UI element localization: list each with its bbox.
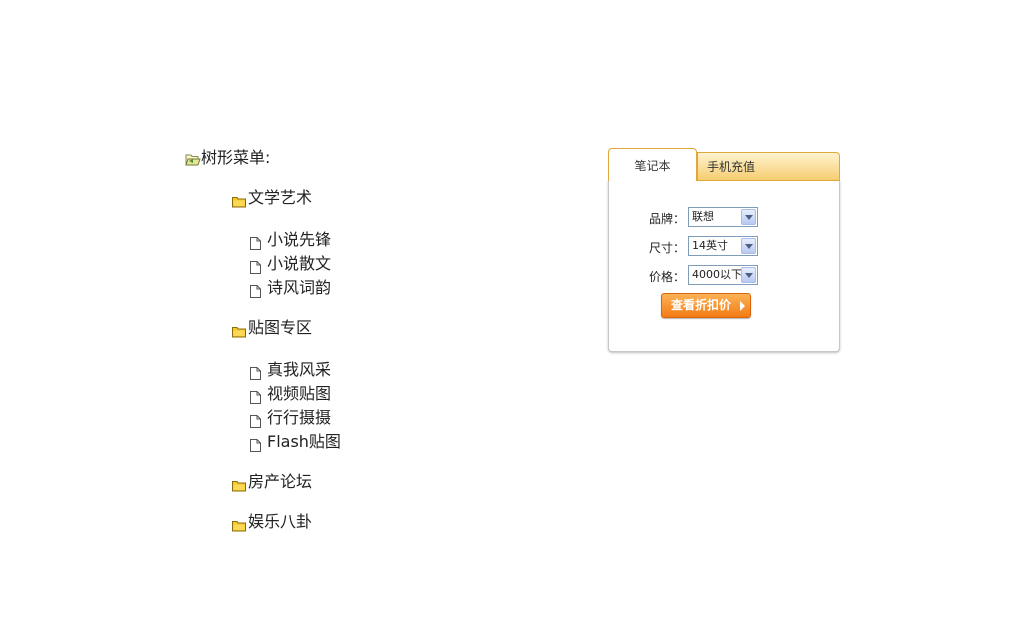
document-icon [250, 282, 261, 298]
price-select-value: 4000以下 [692, 268, 742, 281]
tree-root[interactable]: 树形菜单: [185, 147, 270, 169]
chevron-down-icon[interactable] [741, 209, 756, 225]
document-icon [250, 258, 261, 274]
tree-leaf-label: 小说先锋 [267, 230, 332, 249]
tree-folder-literature[interactable]: 文学艺术 [232, 187, 312, 209]
tree-folder-images[interactable]: 贴图专区 [232, 317, 312, 339]
brand-row: 品牌： 联想 [609, 207, 841, 229]
tree-folder-label: 贴图专区 [248, 318, 313, 337]
folder-icon [232, 476, 246, 492]
brand-select-value: 联想 [692, 210, 714, 223]
tree-leaf-label: 行行摄摄 [267, 408, 332, 427]
price-search-widget: 笔记本 手机充值 品牌： 联想 尺寸： 14英寸 价格： 4000以下 查看折扣… [608, 148, 840, 353]
tree-leaf[interactable]: 视频贴图 [250, 383, 331, 405]
tree-folder-entertainment[interactable]: 娱乐八卦 [232, 511, 312, 533]
tree-leaf-label: 视频贴图 [267, 384, 332, 403]
tree-leaf-label: 小说散文 [267, 254, 332, 273]
tree-leaf-label: Flash贴图 [267, 432, 341, 451]
tree-leaf-label: 诗风词韵 [267, 278, 332, 297]
document-icon [250, 388, 261, 404]
tree-leaf[interactable]: 小说先锋 [250, 229, 331, 251]
document-icon [250, 364, 261, 380]
tab-phone-recharge[interactable]: 手机充值 [697, 152, 840, 181]
tree-folder-label: 文学艺术 [248, 188, 313, 207]
price-select[interactable]: 4000以下 [688, 265, 758, 285]
tree-leaf[interactable]: Flash贴图 [250, 431, 341, 453]
document-icon [250, 436, 261, 452]
document-icon [250, 412, 261, 428]
document-icon [250, 234, 261, 250]
tree-leaf[interactable]: 真我风采 [250, 359, 331, 381]
tree-leaf[interactable]: 诗风词韵 [250, 277, 331, 299]
folder-icon [232, 192, 246, 208]
page: 树形菜单: 文学艺术 小说先锋 小说散文 诗风词韵 贴图专区 真我风采 视频贴图… [0, 0, 1035, 641]
folder-icon [232, 516, 246, 532]
tab-panel: 品牌： 联想 尺寸： 14英寸 价格： 4000以下 查看折扣价 [608, 180, 840, 352]
play-arrow-icon [740, 301, 745, 311]
size-select[interactable]: 14英寸 [688, 236, 758, 256]
tree-folder-label: 娱乐八卦 [248, 512, 313, 531]
tree-folder-realestate[interactable]: 房产论坛 [232, 471, 312, 493]
tree-leaf[interactable]: 行行摄摄 [250, 407, 331, 429]
open-folder-icon [185, 151, 201, 166]
view-discount-price-button[interactable]: 查看折扣价 [661, 293, 751, 318]
tree-leaf-label: 真我风采 [267, 360, 332, 379]
tab-notebook[interactable]: 笔记本 [608, 148, 697, 181]
price-label: 价格： [648, 270, 685, 284]
chevron-down-icon[interactable] [741, 267, 756, 283]
size-label: 尺寸： [648, 241, 685, 255]
size-row: 尺寸： 14英寸 [609, 236, 841, 258]
chevron-down-icon[interactable] [741, 238, 756, 254]
button-label: 查看折扣价 [671, 298, 732, 312]
size-select-value: 14英寸 [692, 239, 728, 252]
tree-folder-label: 房产论坛 [248, 472, 313, 491]
tree-root-label: 树形菜单: [201, 148, 271, 167]
price-row: 价格： 4000以下 [609, 265, 841, 287]
folder-icon [232, 322, 246, 338]
brand-select[interactable]: 联想 [688, 207, 758, 227]
brand-label: 品牌： [648, 212, 685, 226]
tree-leaf[interactable]: 小说散文 [250, 253, 331, 275]
